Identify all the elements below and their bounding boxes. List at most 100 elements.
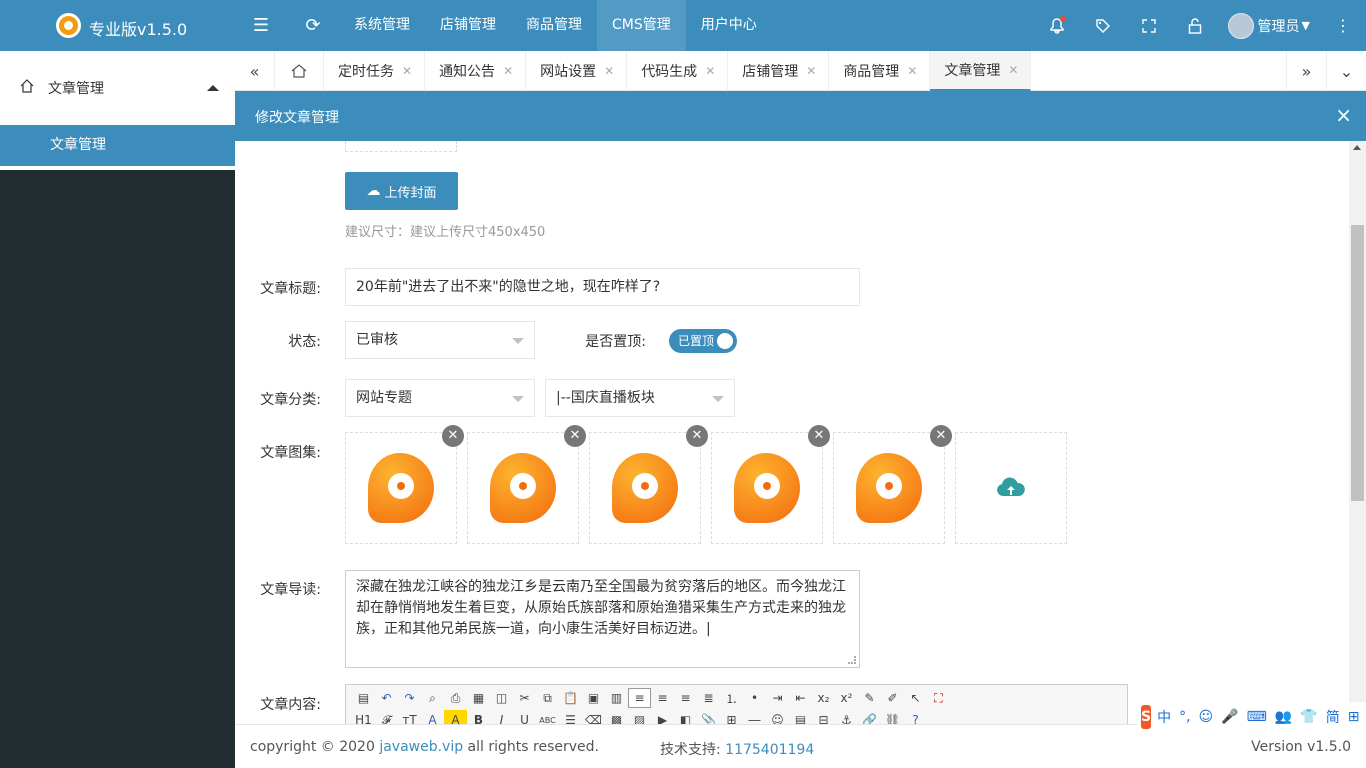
paste-icon[interactable]: 📋	[559, 688, 582, 708]
close-icon[interactable]: ✕	[503, 64, 513, 78]
close-icon[interactable]: ✕	[806, 64, 816, 78]
tab-codegen[interactable]: 代码生成 ✕	[627, 51, 729, 91]
gallery-image[interactable]: ✕	[833, 425, 952, 544]
undo-icon[interactable]: ↶	[375, 688, 398, 708]
tab-article[interactable]: 文章管理 ✕	[930, 51, 1032, 91]
font-size-icon[interactable]: тT	[398, 710, 421, 724]
subcategory-select[interactable]: |--国庆直播板块	[545, 379, 735, 417]
nav-goods[interactable]: 商品管理	[511, 0, 597, 51]
media-icon[interactable]: ▶	[651, 710, 674, 724]
copy-icon[interactable]: ⧉	[536, 688, 559, 708]
line-height-icon[interactable]: ☰	[559, 710, 582, 724]
lock-icon[interactable]	[1172, 0, 1218, 51]
multi-image-icon[interactable]: ▨	[628, 710, 651, 724]
upload-cover-button[interactable]: ☁ 上传封面	[345, 172, 458, 210]
nav-shop[interactable]: 店铺管理	[425, 0, 511, 51]
copyright-link[interactable]: javaweb.vip	[379, 739, 463, 755]
category-select[interactable]: 网站专题	[345, 379, 535, 417]
template-icon[interactable]: ▦	[467, 688, 490, 708]
skin-icon[interactable]: 👕	[1300, 709, 1317, 725]
fullscreen-icon[interactable]: ⛶	[927, 688, 950, 708]
help-icon[interactable]: ?	[904, 710, 927, 724]
print-icon[interactable]: ⎙	[444, 688, 467, 708]
attachment-icon[interactable]: 📎	[697, 710, 720, 724]
emoticon-icon[interactable]: ☺	[766, 710, 789, 724]
gallery-image[interactable]: ✕	[711, 425, 830, 544]
microphone-icon[interactable]: 🎤	[1221, 709, 1238, 725]
nav-system[interactable]: 系统管理	[339, 0, 425, 51]
close-icon[interactable]: ✕	[907, 64, 917, 78]
sidebar-item-article[interactable]: 文章管理	[0, 125, 235, 166]
unordered-list-icon[interactable]: •	[743, 688, 766, 708]
subscript-icon[interactable]: x₂	[812, 688, 835, 708]
resize-handle[interactable]	[848, 656, 856, 664]
source-icon[interactable]: ▤	[352, 688, 375, 708]
scroll-up-icon[interactable]	[1353, 145, 1361, 150]
close-icon[interactable]: ×	[1335, 103, 1352, 127]
tab-site-settings[interactable]: 网站设置 ✕	[526, 51, 628, 91]
tab-home[interactable]	[275, 51, 324, 91]
remove-icon[interactable]: ✕	[808, 425, 830, 447]
users-icon[interactable]: 👥	[1275, 709, 1292, 725]
align-left-icon[interactable]: ≡	[628, 688, 651, 708]
paste-word-icon[interactable]: ▥	[605, 688, 628, 708]
remove-icon[interactable]: ✕	[442, 425, 464, 447]
title-input[interactable]: 20年前"进去了出不来"的隐世之地，现在咋样了?	[345, 268, 860, 306]
eraser-icon[interactable]: ⌫	[582, 710, 605, 724]
preview-icon[interactable]: ⌕	[421, 688, 444, 708]
status-select[interactable]: 已审核	[345, 321, 535, 359]
keyboard-icon[interactable]: ⌨	[1247, 709, 1267, 725]
tab-shop[interactable]: 店铺管理 ✕	[728, 51, 830, 91]
italic-icon[interactable]: I	[490, 710, 513, 724]
close-icon[interactable]: ✕	[705, 64, 715, 78]
ime-punct[interactable]: °,	[1179, 709, 1190, 725]
paste-text-icon[interactable]: ▣	[582, 688, 605, 708]
underline-icon[interactable]: U	[513, 710, 536, 724]
select-all-icon[interactable]: ✐	[881, 688, 904, 708]
nav-cms[interactable]: CMS管理	[597, 0, 686, 51]
heading-icon[interactable]: H1	[352, 710, 375, 724]
fullscreen-icon[interactable]	[1126, 0, 1172, 51]
gallery-image[interactable]: ✕	[345, 425, 464, 544]
rich-text-editor[interactable]: ▤ ↶ ↷ ⌕ ⎙ ▦ ◫ ✂ ⧉ 📋 ▣ ▥ ≡ ≡ ≡ ≣ ⒈ • ⇥ ⇤ …	[345, 684, 1128, 724]
ime-chinese[interactable]: 中	[1157, 707, 1171, 727]
highlight-icon[interactable]: A	[444, 710, 467, 724]
map-icon[interactable]: ▤	[789, 710, 812, 724]
pin-top-toggle[interactable]: 已置顶	[669, 329, 737, 353]
grid-icon[interactable]: ⊞	[1348, 709, 1360, 725]
sogou-logo-icon[interactable]: S	[1141, 705, 1152, 729]
link-icon[interactable]: 🔗	[858, 710, 881, 724]
support-qq[interactable]: 1175401194	[725, 742, 814, 758]
close-icon[interactable]: ✕	[604, 64, 614, 78]
cut-icon[interactable]: ✂	[513, 688, 536, 708]
clear-format-icon[interactable]: ✎	[858, 688, 881, 708]
remove-icon[interactable]: ✕	[930, 425, 952, 447]
menu-toggle-icon[interactable]: ☰	[235, 0, 287, 51]
font-color-icon[interactable]: A	[421, 710, 444, 724]
image-icon[interactable]: ▩	[605, 710, 628, 724]
tab-cron[interactable]: 定时任务 ✕	[324, 51, 426, 91]
sidebar-group-article[interactable]: 文章管理	[0, 51, 235, 125]
user-menu[interactable]: 管理员 ▼	[1218, 0, 1320, 51]
gallery-image[interactable]: ✕	[467, 425, 586, 544]
scroll-thumb[interactable]	[1351, 225, 1364, 501]
remove-icon[interactable]: ✕	[564, 425, 586, 447]
indent-icon[interactable]: ⇥	[766, 688, 789, 708]
redo-icon[interactable]: ↷	[398, 688, 421, 708]
tabs-menu-icon[interactable]: ⌄	[1326, 51, 1366, 91]
table-icon[interactable]: ⊞	[720, 710, 743, 724]
align-center-icon[interactable]: ≡	[651, 688, 674, 708]
tab-goods[interactable]: 商品管理 ✕	[829, 51, 931, 91]
remove-icon[interactable]: ✕	[686, 425, 708, 447]
close-icon[interactable]: ✕	[402, 64, 412, 78]
refresh-icon[interactable]: ⟳	[287, 0, 339, 51]
anchor-icon[interactable]: ⚓	[835, 710, 858, 724]
pointer-icon[interactable]: ↖	[904, 688, 927, 708]
tab-notice[interactable]: 通知公告 ✕	[425, 51, 527, 91]
scrollbar[interactable]	[1349, 141, 1366, 724]
align-right-icon[interactable]: ≡	[674, 688, 697, 708]
gallery-image[interactable]: ✕	[589, 425, 708, 544]
tabs-prev-icon[interactable]: «	[235, 51, 275, 91]
more-vertical-icon[interactable]: ⋮	[1320, 0, 1366, 51]
bell-icon[interactable]	[1034, 0, 1080, 51]
